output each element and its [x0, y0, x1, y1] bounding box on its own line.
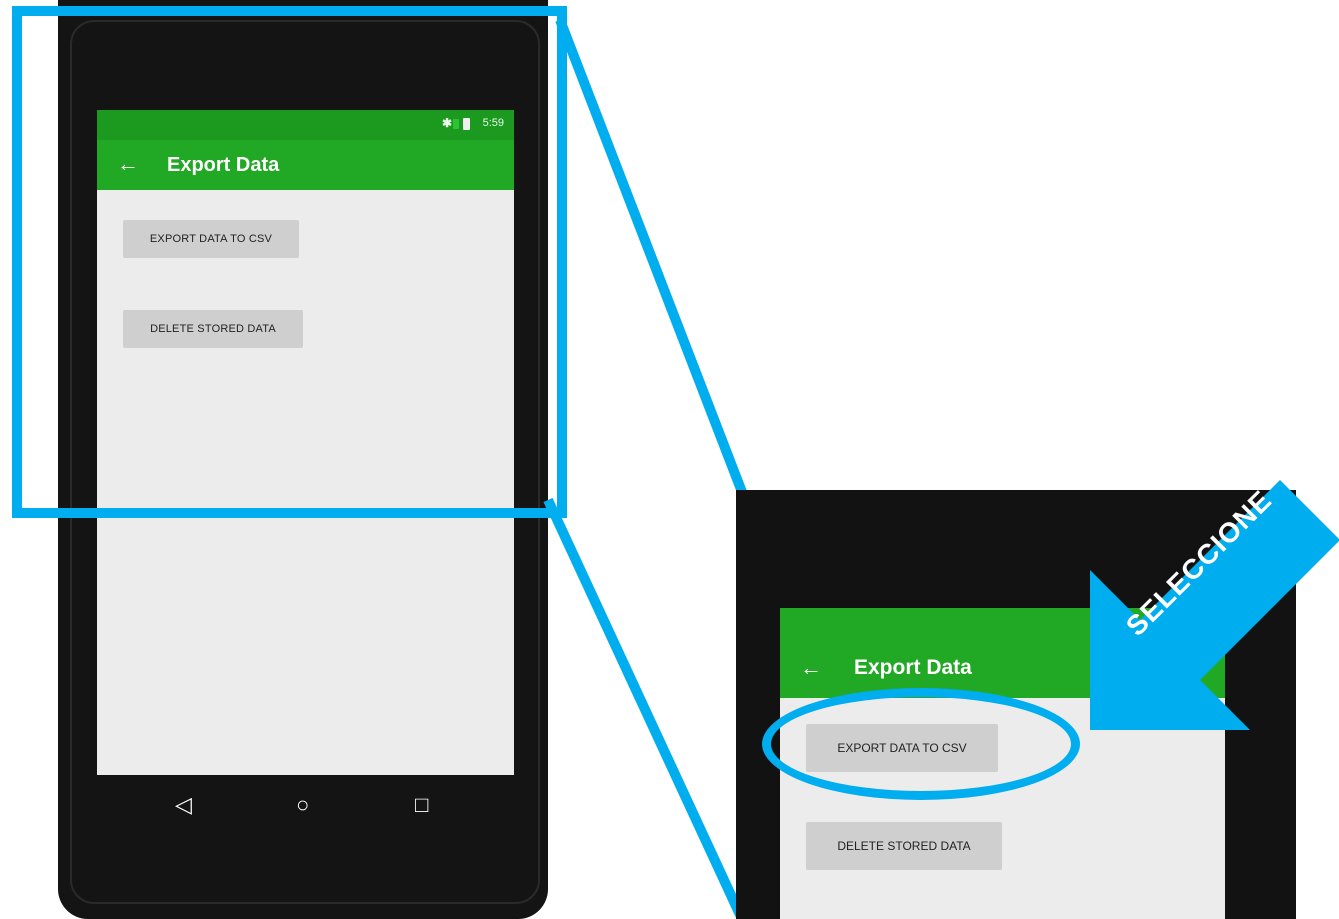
highlight-ellipse — [762, 688, 1080, 800]
connector-line-top — [555, 18, 747, 494]
zoom-delete-data-button[interactable]: DELETE STORED DATA — [806, 822, 1002, 870]
zoom-page-title: Export Data — [854, 656, 972, 679]
callout-arrow-shape — [1090, 480, 1339, 730]
connector-line-bottom — [543, 497, 747, 919]
zoom-back-arrow-icon[interactable]: ← — [800, 655, 822, 681]
callout-arrow-icon — [1090, 480, 1339, 730]
